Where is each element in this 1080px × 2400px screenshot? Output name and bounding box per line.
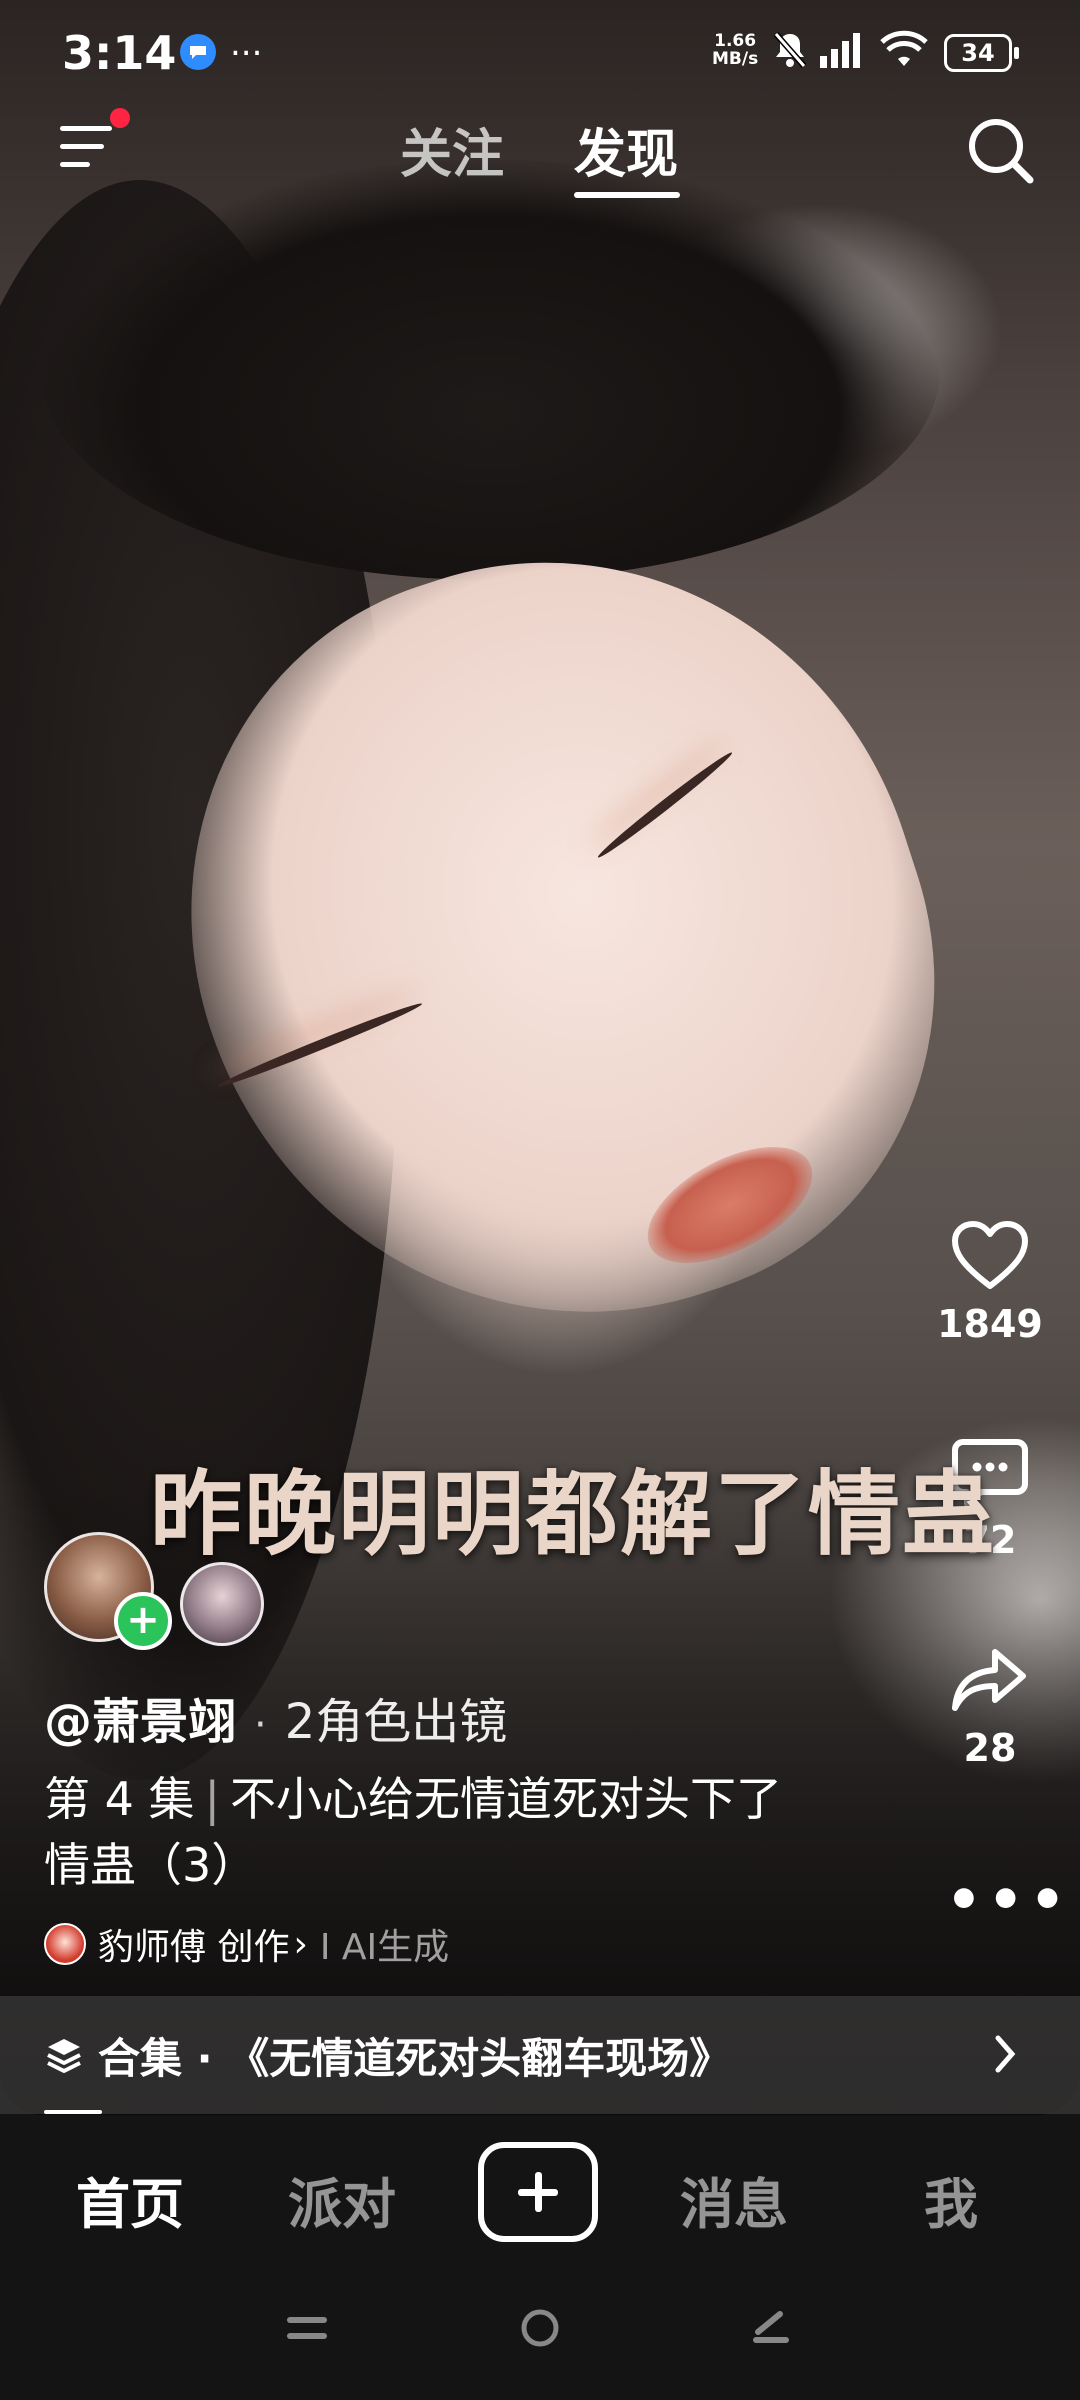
episode-number: 第 4 集: [44, 1772, 195, 1826]
collection-label: 合集 · 《无情道死对头翻车现场》: [98, 2033, 732, 2083]
more-options-icon[interactable]: •••: [946, 1868, 1071, 1933]
more-notifications-indicator: ...: [230, 24, 263, 64]
share-icon: [952, 1649, 1026, 1711]
network-speed: 1.66 MB/s: [712, 31, 759, 69]
battery-indicator: 34: [944, 34, 1019, 72]
follow-button[interactable]: +: [114, 1592, 172, 1650]
creator-name: 豹师傅 创作: [98, 1927, 290, 1968]
create-button[interactable]: [478, 2142, 598, 2242]
heart-icon: [952, 1221, 1028, 1289]
chevron-right-icon: [995, 2035, 1016, 2073]
home-icon[interactable]: [518, 2306, 562, 2350]
tab-me[interactable]: 我: [924, 2160, 978, 2239]
layers-icon: [47, 2039, 81, 2073]
author-separator: ·: [254, 1702, 267, 1748]
collection-bar[interactable]: 合集 · 《无情道死对头翻车现场》: [0, 1996, 1080, 2114]
search-icon[interactable]: [962, 112, 1038, 188]
menu-button[interactable]: [56, 118, 116, 178]
back-icon[interactable]: [748, 2310, 794, 2346]
ai-generated-label: I AI生成: [319, 1927, 450, 1968]
menu-icon: [60, 126, 112, 131]
menu-notification-dot: [110, 108, 130, 128]
tab-following[interactable]: 关注: [400, 112, 504, 187]
wifi-icon: [880, 30, 928, 66]
like-count: 1849: [937, 1302, 1043, 1346]
signal-icon: [820, 33, 860, 68]
tab-discover[interactable]: 发现: [574, 112, 678, 187]
author-line: @萧景翊 · 2角色出镜: [44, 1682, 507, 1752]
chevron-right-icon: ›: [293, 1923, 308, 1965]
like-button[interactable]: 1849: [930, 1220, 1050, 1346]
video-frame-hair-top: [40, 160, 940, 580]
tab-messages[interactable]: 消息: [680, 2160, 788, 2239]
recents-icon[interactable]: [284, 2310, 330, 2346]
tab-party[interactable]: 派对: [288, 2160, 396, 2239]
status-time: 3:14: [62, 26, 177, 80]
video-description[interactable]: 第 4 集 | 不小心给无情道死对头下了情蛊（3）: [44, 1766, 804, 1898]
co-star-avatar[interactable]: [180, 1562, 264, 1646]
creator-line[interactable]: 豹师傅 创作 › I AI生成: [44, 1918, 449, 1970]
chat-notification-icon: [180, 34, 216, 70]
share-count: 28: [963, 1726, 1017, 1770]
author-name[interactable]: @萧景翊: [44, 1694, 236, 1750]
video-subtitle: 昨晚明明都解了情蛊: [150, 1460, 997, 1568]
mute-bell-icon: [773, 32, 807, 68]
tab-home[interactable]: 首页: [76, 2160, 184, 2239]
video-progress[interactable]: [44, 2110, 102, 2114]
share-button[interactable]: 28: [930, 1644, 1050, 1770]
active-tab-indicator: [574, 192, 680, 198]
episode-divider: |: [204, 1772, 221, 1826]
roles-count[interactable]: 2角色出镜: [285, 1694, 508, 1750]
status-bar: 3:14 ... 1.66 MB/s 34: [0, 0, 1080, 100]
creator-avatar: [44, 1923, 86, 1965]
